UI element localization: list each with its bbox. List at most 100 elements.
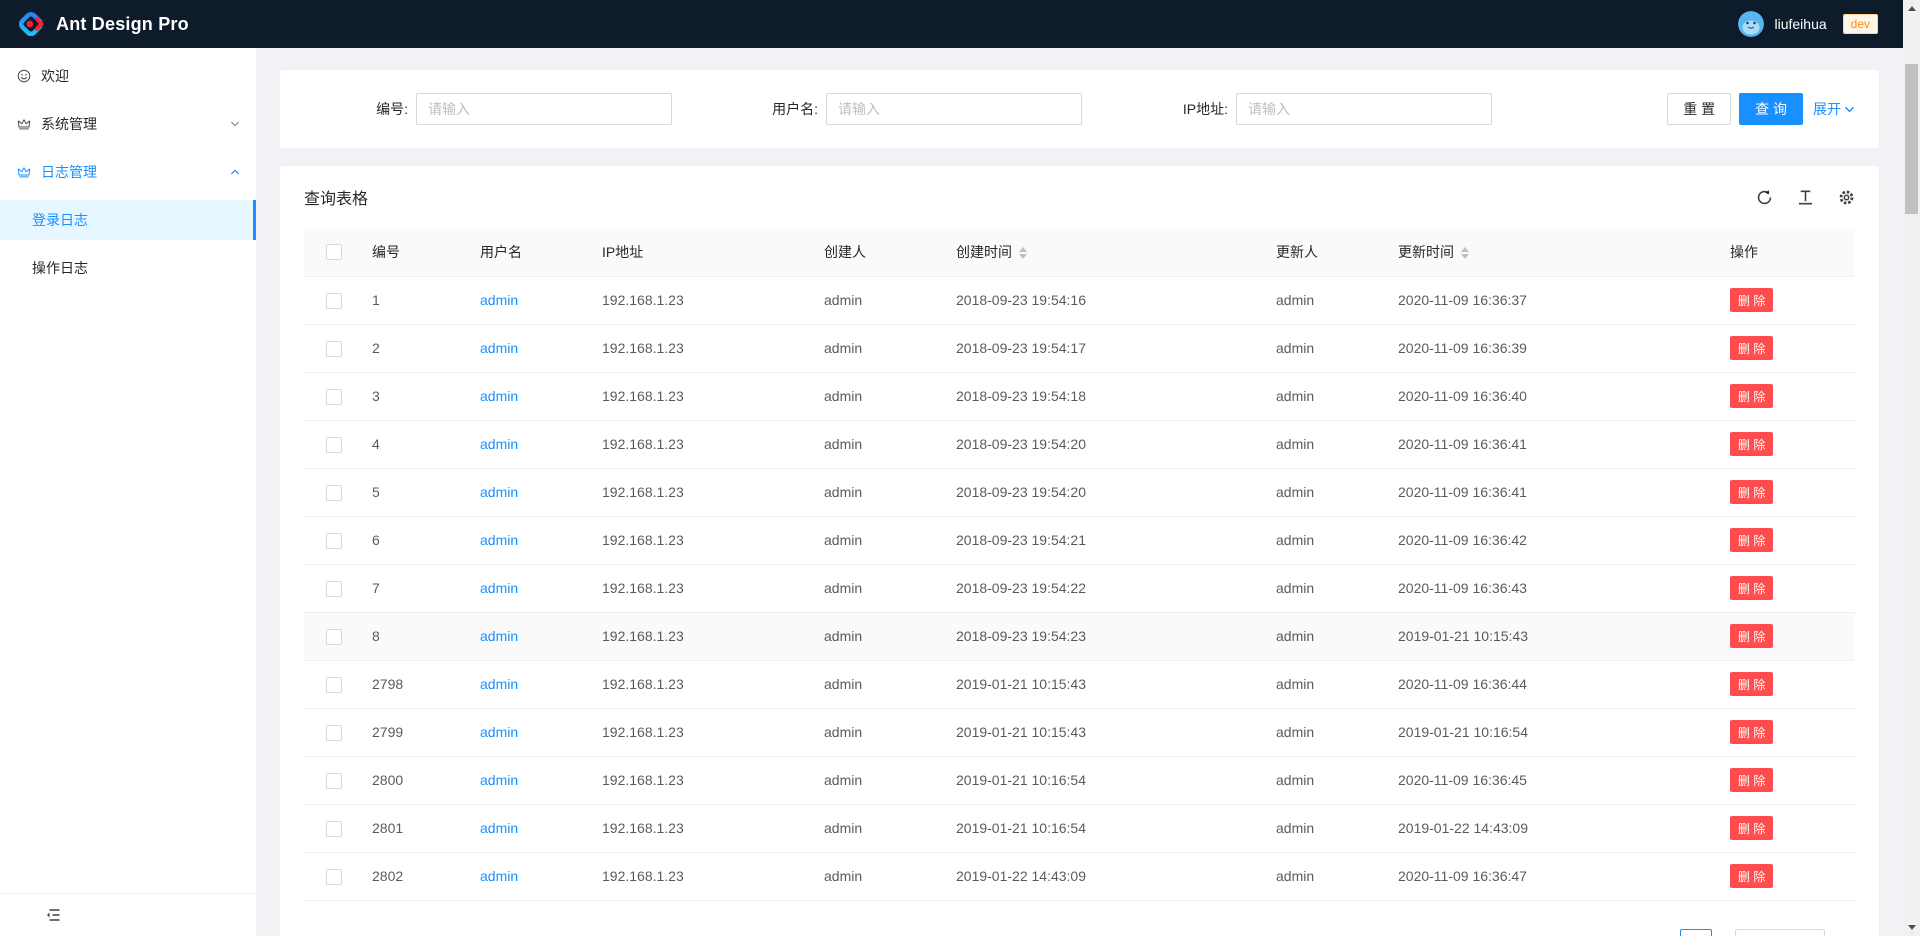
chevron-down-icon [1844,104,1855,115]
column-header-created[interactable]: 创建时间 [948,228,1268,276]
cell-ip: 192.168.1.23 [594,756,816,804]
row-checkbox[interactable] [326,293,342,309]
table-body: 1 admin 192.168.1.23 admin 2018-09-23 19… [304,276,1855,900]
sidebar-item-log-management[interactable]: 日志管理 [0,152,256,192]
row-checkbox[interactable] [326,341,342,357]
cell-id: 7 [364,564,472,612]
user-avatar[interactable] [1738,11,1764,37]
row-checkbox[interactable] [326,869,342,885]
sidebar-item-system-management[interactable]: 系统管理 [0,104,256,144]
cell-ip: 192.168.1.23 [594,708,816,756]
app-title: Ant Design Pro [56,14,189,35]
delete-button[interactable]: 删 除 [1730,816,1773,840]
row-checkbox[interactable] [326,821,342,837]
cell-created: 2018-09-23 19:54:20 [948,420,1268,468]
expand-link[interactable]: 展开 [1813,99,1855,119]
app-logo[interactable]: Ant Design Pro [16,9,189,39]
cell-ip: 192.168.1.23 [594,804,816,852]
sidebar-item-label: 系统管理 [41,114,97,134]
username-link[interactable]: admin [480,292,518,308]
cell-updated: 2020-11-09 16:36:41 [1390,468,1722,516]
row-checkbox[interactable] [326,533,342,549]
top-header: Ant Design Pro liufeihua dev [0,0,1920,48]
username-link[interactable]: admin [480,724,518,740]
crown-icon [17,165,31,179]
delete-button[interactable]: 删 除 [1730,624,1773,648]
username-link[interactable]: admin [480,772,518,788]
cell-updated: 2020-11-09 16:36:44 [1390,660,1722,708]
ip-input[interactable] [1236,93,1492,125]
select-all-checkbox[interactable] [326,244,342,260]
sidebar-item-welcome[interactable]: 欢迎 [0,56,256,96]
cell-updated: 2020-11-09 16:36:40 [1390,372,1722,420]
delete-button[interactable]: 删 除 [1730,768,1773,792]
column-header-ip: IP地址 [594,228,816,276]
settings-gear-icon[interactable] [1838,189,1855,206]
username-link[interactable]: admin [480,532,518,548]
table-row: 8 admin 192.168.1.23 admin 2018-09-23 19… [304,612,1855,660]
cell-updater: admin [1268,756,1390,804]
sidebar-menu: 欢迎 系统管理 日志管理 [0,48,256,893]
username-link[interactable]: admin [480,628,518,644]
username-input[interactable] [826,93,1082,125]
table-row: 2799 admin 192.168.1.23 admin 2019-01-21… [304,708,1855,756]
username-link[interactable]: admin [480,388,518,404]
scrollbar-thumb[interactable] [1905,64,1918,214]
cell-creator: admin [816,708,948,756]
query-button[interactable]: 查 询 [1739,93,1803,125]
username-link[interactable]: admin [480,484,518,500]
sidebar-item-label: 欢迎 [41,66,69,86]
row-checkbox[interactable] [326,773,342,789]
username-link[interactable]: admin [480,868,518,884]
id-input[interactable] [416,93,672,125]
row-checkbox[interactable] [326,437,342,453]
cell-updater: admin [1268,612,1390,660]
username-link[interactable]: admin [480,436,518,452]
browser-scrollbar[interactable] [1903,0,1920,936]
delete-button[interactable]: 删 除 [1730,480,1773,504]
cell-updated: 2020-11-09 16:36:47 [1390,852,1722,900]
username-link[interactable]: admin [480,580,518,596]
menu-fold-icon[interactable] [45,907,61,923]
cell-updated: 2020-11-09 16:36:39 [1390,324,1722,372]
sort-icon[interactable] [1461,247,1469,259]
row-checkbox[interactable] [326,389,342,405]
cell-updater: admin [1268,852,1390,900]
sidebar-item-operation-log[interactable]: 操作日志 [0,248,256,288]
scrollbar-down-arrow[interactable] [1903,919,1920,936]
user-name[interactable]: liufeihua [1774,16,1826,32]
column-header-id: 编号 [364,228,472,276]
delete-button[interactable]: 删 除 [1730,720,1773,744]
scrollbar-up-arrow[interactable] [1903,0,1920,17]
delete-button[interactable]: 删 除 [1730,672,1773,696]
column-header-updated[interactable]: 更新时间 [1390,228,1722,276]
delete-button[interactable]: 删 除 [1730,864,1773,888]
row-checkbox[interactable] [326,725,342,741]
row-checkbox[interactable] [326,485,342,501]
page-size-select[interactable] [1735,929,1825,936]
row-checkbox[interactable] [326,677,342,693]
username-link[interactable]: admin [480,676,518,692]
reset-button[interactable]: 重 置 [1667,93,1731,125]
delete-button[interactable]: 删 除 [1730,432,1773,456]
sort-icon[interactable] [1019,247,1027,259]
username-link[interactable]: admin [480,820,518,836]
delete-button[interactable]: 删 除 [1730,336,1773,360]
column-header-username: 用户名 [472,228,594,276]
pagination-page-1[interactable] [1680,929,1712,936]
cell-updated: 2019-01-21 10:16:54 [1390,708,1722,756]
density-icon[interactable] [1797,189,1814,206]
cell-created: 2018-09-23 19:54:23 [948,612,1268,660]
delete-button[interactable]: 删 除 [1730,288,1773,312]
cell-updated: 2020-11-09 16:36:41 [1390,420,1722,468]
sidebar-item-login-log[interactable]: 登录日志 [0,200,256,240]
row-checkbox[interactable] [326,629,342,645]
delete-button[interactable]: 删 除 [1730,384,1773,408]
row-checkbox[interactable] [326,581,342,597]
username-link[interactable]: admin [480,340,518,356]
reload-icon[interactable] [1756,189,1773,206]
smile-icon [17,69,31,83]
cell-creator: admin [816,804,948,852]
delete-button[interactable]: 删 除 [1730,576,1773,600]
delete-button[interactable]: 删 除 [1730,528,1773,552]
